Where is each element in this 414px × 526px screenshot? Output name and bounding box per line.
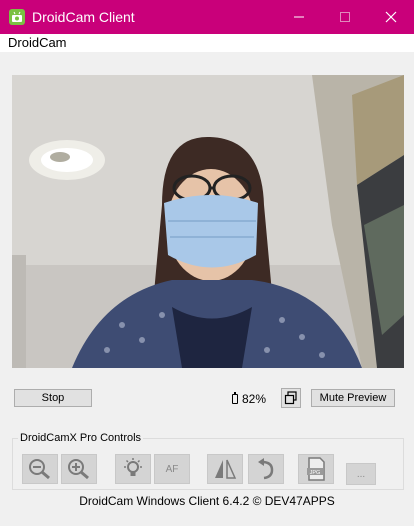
- popout-icon: [284, 391, 297, 405]
- mute-preview-button[interactable]: Mute Preview: [311, 389, 395, 407]
- minimize-button[interactable]: [276, 0, 322, 34]
- autofocus-button[interactable]: AF: [154, 454, 190, 484]
- battery-icon: [232, 392, 238, 404]
- light-bulb-icon: [124, 458, 142, 476]
- battery-indicator: 82%: [232, 392, 266, 406]
- zoom-in-button[interactable]: [61, 454, 97, 484]
- autofocus-label: AF: [165, 463, 179, 475]
- minimize-icon: [294, 16, 304, 18]
- title-bar: DroidCam Client: [0, 0, 414, 34]
- menu-bar: DroidCam: [0, 34, 414, 52]
- more-options-button[interactable]: ...: [346, 463, 376, 485]
- popout-window-button[interactable]: [281, 388, 301, 408]
- rotate-icon: [258, 458, 274, 480]
- battery-percent: 82%: [242, 392, 267, 406]
- flash-light-button[interactable]: [115, 454, 151, 484]
- pro-controls-label: DroidCamX Pro Controls: [18, 432, 144, 444]
- menu-droidcam[interactable]: DroidCam: [8, 35, 67, 51]
- stop-button[interactable]: Stop: [14, 389, 92, 407]
- mirror-button[interactable]: [207, 454, 243, 484]
- zoom-out-button[interactable]: [22, 454, 58, 484]
- zoom-out-icon: [29, 459, 50, 480]
- version-footer: DroidCam Windows Client 6.4.2 © DEV47APP…: [79, 494, 335, 508]
- camera-preview: [12, 75, 404, 368]
- droidcam-app-icon: [9, 9, 25, 25]
- mirror-flip-icon: [215, 459, 237, 479]
- jpg-icon-label: JPG: [310, 470, 321, 476]
- more-options-label: ...: [356, 468, 366, 480]
- zoom-in-icon: [68, 459, 89, 480]
- close-icon: [385, 11, 397, 23]
- maximize-button[interactable]: [322, 0, 368, 34]
- rotate-button[interactable]: [248, 454, 284, 484]
- close-button[interactable]: [368, 0, 414, 34]
- maximize-icon: [340, 12, 350, 22]
- window-title: DroidCam Client: [32, 9, 135, 25]
- save-jpg-button[interactable]: JPG: [298, 454, 334, 484]
- jpg-file-icon: JPG: [307, 457, 325, 481]
